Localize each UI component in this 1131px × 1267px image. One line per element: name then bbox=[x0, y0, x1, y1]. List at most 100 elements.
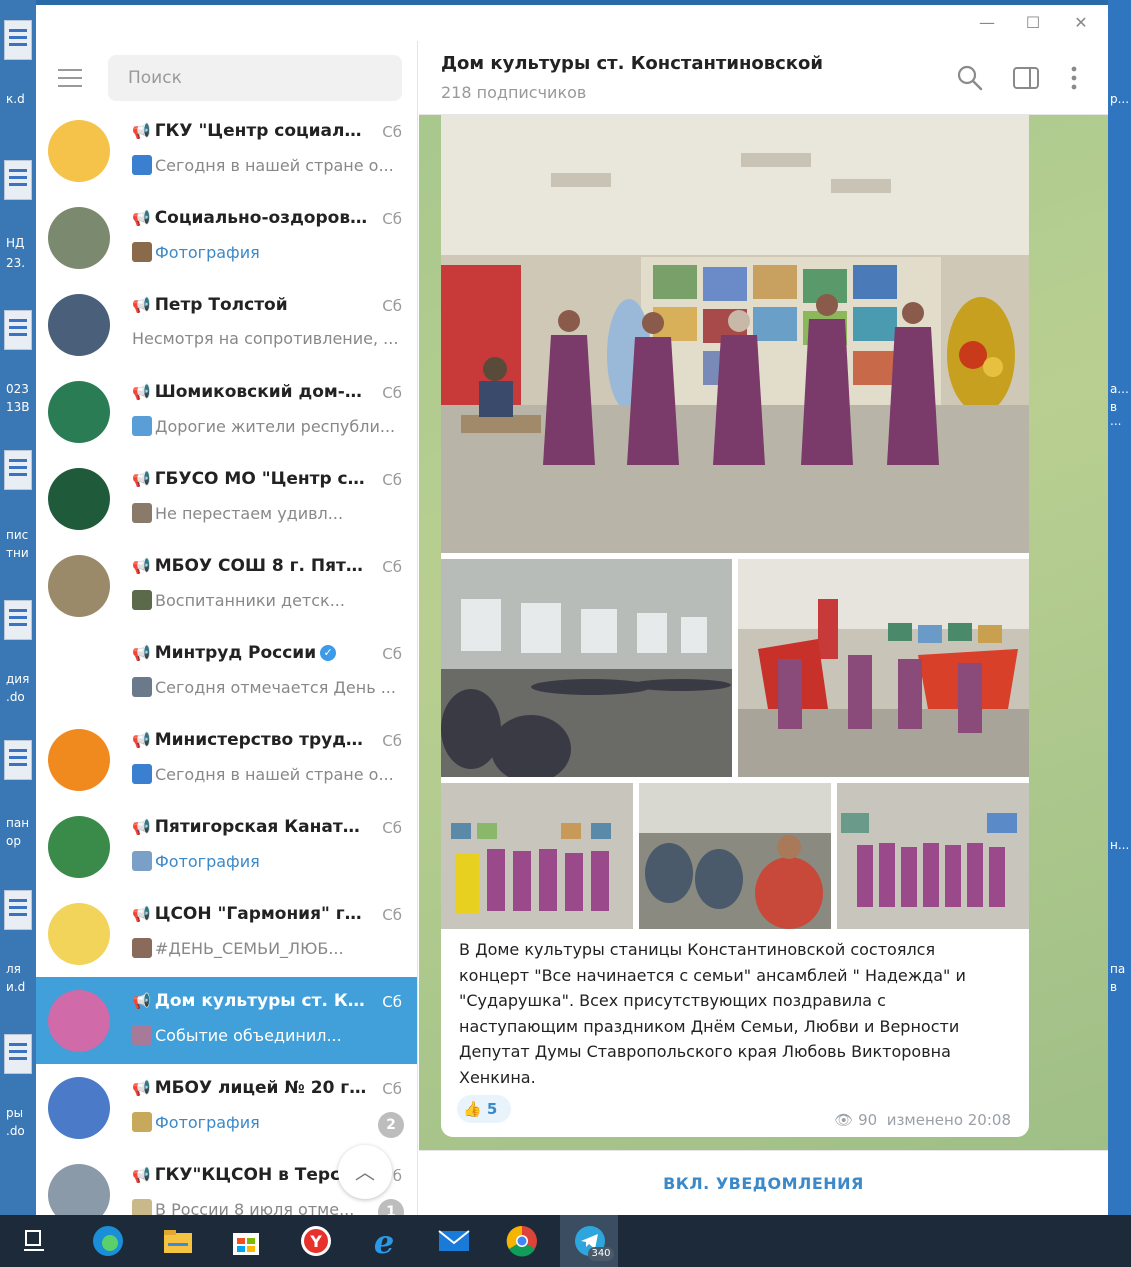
chat-name-text: Министерство труда ... bbox=[154, 730, 368, 750]
sidebar-toggle-icon[interactable] bbox=[1011, 63, 1041, 93]
chat-preview: Сегодня в нашей стране о... bbox=[132, 155, 404, 175]
internet-explorer-icon[interactable]: e bbox=[366, 1223, 402, 1259]
edge-icon[interactable] bbox=[90, 1223, 126, 1259]
desktop-file-icon[interactable] bbox=[4, 20, 32, 60]
chat-name: 📢 ЦСОН "Гармония" г. Н... bbox=[132, 904, 368, 924]
preview-thumbnail bbox=[132, 677, 152, 697]
post-photo[interactable] bbox=[639, 783, 831, 929]
chat-date: Сб bbox=[382, 906, 402, 924]
preview-thumbnail bbox=[132, 503, 152, 523]
desktop-file-icon[interactable] bbox=[4, 740, 32, 780]
yandex-browser-icon[interactable]: Y bbox=[298, 1223, 334, 1259]
desktop-file-label: тни bbox=[6, 546, 29, 560]
desktop-file-label: р... bbox=[1110, 92, 1130, 106]
close-button[interactable]: ✕ bbox=[1058, 5, 1104, 41]
reaction-like[interactable]: 👍 5 bbox=[457, 1095, 511, 1123]
chat-item[interactable]: 📢 МБОУ СОШ 8 г. Пятиг... Сб Воспитанники де… bbox=[36, 542, 417, 629]
chat-name: 📢 Социально-оздорови... bbox=[132, 208, 368, 228]
chat-name-text: ЦСОН "Гармония" г. Н... bbox=[154, 904, 368, 924]
desktop-file-icon[interactable] bbox=[4, 310, 32, 350]
mail-icon[interactable] bbox=[436, 1223, 472, 1259]
chat-list-panel: 📢ГКУ "Центр социальн...СбСегодня в нашей… bbox=[36, 41, 418, 1215]
preview-thumbnail bbox=[132, 1112, 152, 1132]
chat-preview: Фотография bbox=[132, 242, 404, 262]
channel-megaphone-icon: 📢 bbox=[132, 470, 151, 488]
title-bar: — ☐ ✕ bbox=[36, 5, 1108, 41]
desktop-file-label: в bbox=[1110, 980, 1118, 994]
post-photo[interactable] bbox=[441, 559, 732, 777]
desktop-file-icon[interactable] bbox=[4, 1034, 32, 1074]
desktop-file-icon[interactable] bbox=[4, 600, 32, 640]
channel-header[interactable]: Дом культуры ст. Константиновской 218 по… bbox=[419, 41, 1108, 115]
chrome-icon[interactable] bbox=[504, 1223, 540, 1259]
post-photo[interactable] bbox=[738, 559, 1029, 777]
unread-badge: 2 bbox=[378, 1112, 404, 1138]
chat-preview-text: Сегодня отмечается День ... bbox=[155, 678, 396, 697]
desktop-file-label: а... bbox=[1110, 382, 1129, 396]
chat-item[interactable]: 📢 Дом культуры ст. Кон... Сб Событие объеди… bbox=[36, 977, 417, 1064]
chat-item[interactable]: 📢 Шомиковский дом-ин... Сб Дорогие жители р… bbox=[36, 368, 417, 455]
more-options-icon[interactable] bbox=[1059, 63, 1089, 93]
chat-name: 📢 ГБУСО МО "Центр соц... bbox=[132, 469, 368, 489]
chat-item[interactable]: 📢 Министерство труда ... Сб Сегодня в нашей… bbox=[36, 716, 417, 803]
chat-preview: #ДЕНЬ_СЕМЬИ_ЛЮБ... bbox=[132, 938, 404, 958]
chat-item[interactable]: 📢 ГБУСО МО "Центр соц... Сб Не перестаем уд… bbox=[36, 455, 417, 542]
chat-item[interactable]: 📢МБОУ лицей № 20 г. П... Сб Фотография 2 bbox=[36, 1064, 417, 1151]
desktop-file-label: ор bbox=[6, 834, 21, 848]
chat-preview-text: Фотография bbox=[155, 852, 260, 871]
maximize-button[interactable]: ☐ bbox=[1010, 5, 1056, 41]
enable-notifications-button[interactable]: ВКЛ. УВЕДОМЛЕНИЯ bbox=[419, 1150, 1108, 1215]
avatar bbox=[48, 903, 110, 965]
chat-preview: Сегодня в нашей стране о... bbox=[132, 764, 404, 784]
preview-thumbnail bbox=[132, 1199, 152, 1215]
search-icon[interactable] bbox=[955, 63, 985, 93]
chat-item[interactable]: 📢 ЦСОН "Гармония" г. Н... Сб #ДЕНЬ_СЕМЬИ_ЛЮ… bbox=[36, 890, 417, 977]
scroll-up-button[interactable]: ︿ bbox=[338, 1145, 392, 1199]
chat-date: Сб bbox=[382, 732, 402, 750]
edited-time: изменено 20:08 bbox=[886, 1111, 1011, 1129]
chat-preview-text: Дорогие жители республи... bbox=[155, 417, 396, 436]
chat-item[interactable]: 📢 ГКУ "Центр социальн... Сб Сегодня в нашей… bbox=[36, 107, 417, 194]
chat-preview: Несмотря на сопротивление, ... bbox=[132, 329, 404, 348]
hamburger-menu-icon[interactable] bbox=[58, 69, 84, 87]
chat-preview: Фотография bbox=[132, 1112, 404, 1132]
desktop-file-icon[interactable] bbox=[4, 890, 32, 930]
avatar bbox=[48, 555, 110, 617]
chat-background: В Доме культуры станицы Константиновской… bbox=[419, 115, 1108, 1150]
chat-name-text: МБОУ лицей № 20 г. П... bbox=[154, 1078, 368, 1098]
minimize-button[interactable]: — bbox=[964, 5, 1010, 41]
post-photo[interactable] bbox=[441, 115, 1029, 553]
chat-item[interactable]: 📢 Минтруд России ✓ Сб Сегодня отмечается Ден… bbox=[36, 629, 417, 716]
store-icon[interactable] bbox=[228, 1223, 264, 1259]
avatar bbox=[48, 381, 110, 443]
chat-item[interactable]: 📢 Петр Толстой Сб Несмотря на сопротивление… bbox=[36, 281, 417, 368]
search-input[interactable] bbox=[108, 55, 402, 101]
desktop-file-icon[interactable] bbox=[4, 450, 32, 490]
post-photo[interactable] bbox=[837, 783, 1029, 929]
chat-date: Сб bbox=[382, 123, 402, 141]
chat-name-text: Пятигорская Канатна... bbox=[154, 817, 368, 837]
desktop-file-label: ры bbox=[6, 1106, 24, 1120]
avatar bbox=[48, 468, 110, 530]
chat-preview-text: Фотография bbox=[155, 1113, 260, 1132]
chat-date: Сб bbox=[382, 645, 402, 663]
desktop-file-icon[interactable] bbox=[4, 160, 32, 200]
chat-preview: Воспитанники детск... bbox=[132, 590, 404, 610]
chat-item[interactable]: 📢 Социально-оздорови... Сб Фотография bbox=[36, 194, 417, 281]
post-photo[interactable] bbox=[441, 783, 633, 929]
chat-item[interactable]: 📢 Пятигорская Канатна... Сб Фотография bbox=[36, 803, 417, 890]
chat-date: Сб bbox=[382, 1080, 402, 1098]
chat-name: 📢 Дом культуры ст. Кон... bbox=[132, 991, 368, 1011]
avatar bbox=[48, 816, 110, 878]
channel-title: Дом культуры ст. Константиновской bbox=[441, 53, 823, 74]
chat-name: 📢 ГКУ"КЦСОН в Терскс bbox=[132, 1165, 368, 1185]
desktop-file-label: пан bbox=[6, 816, 30, 830]
channel-post: В Доме культуры станицы Константиновской… bbox=[441, 115, 1029, 1137]
chat-name-text: ГБУСО МО "Центр соц... bbox=[154, 469, 368, 489]
chat-preview: Фотография bbox=[132, 851, 404, 871]
avatar bbox=[48, 990, 110, 1052]
file-explorer-icon[interactable] bbox=[160, 1223, 196, 1259]
task-view-icon[interactable] bbox=[20, 1227, 48, 1255]
channel-megaphone-icon: 📢 bbox=[132, 122, 151, 140]
channel-megaphone-icon: 📢 bbox=[132, 557, 151, 575]
